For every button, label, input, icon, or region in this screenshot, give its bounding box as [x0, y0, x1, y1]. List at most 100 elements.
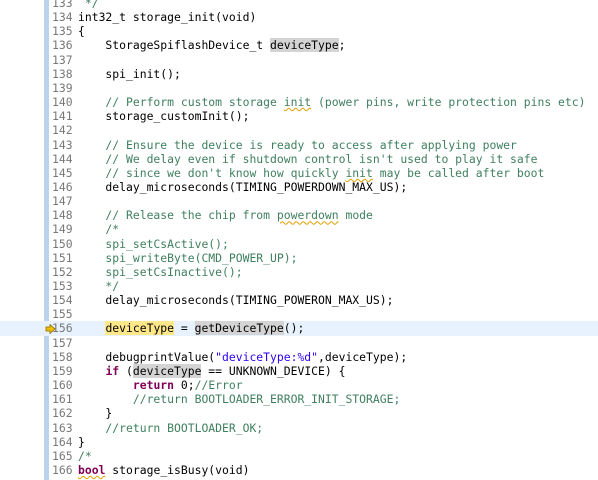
code-line[interactable]: 137 — [0, 53, 598, 67]
code-line[interactable]: 150 spi_setCsActive(); — [0, 237, 598, 251]
code-text[interactable]: // Perform custom storage init (power pi… — [78, 95, 585, 109]
code-token: ; — [338, 38, 346, 53]
line-number: 154 — [52, 293, 73, 308]
line-number: 142 — [52, 123, 73, 138]
code-token: debugprintValue( — [78, 349, 216, 364]
code-line[interactable]: 158 debugprintValue("deviceType:%d",devi… — [0, 350, 598, 364]
code-token: spi_writeByte(CMD_POWER_UP); — [78, 250, 298, 265]
code-text[interactable]: spi_setCsActive(); — [78, 237, 228, 251]
code-text[interactable]: delay_microseconds(TIMING_POWERDOWN_MAX_… — [78, 180, 407, 194]
code-text[interactable]: */ — [78, 279, 119, 293]
code-text[interactable]: spi_setCsInactive(); — [78, 265, 242, 279]
code-line[interactable]: 151 spi_writeByte(CMD_POWER_UP); — [0, 251, 598, 265]
code-text[interactable]: return 0;//Error — [78, 378, 243, 392]
code-token: ,deviceType); — [318, 349, 408, 364]
code-line[interactable]: 142 — [0, 123, 598, 137]
debug-instruction-pointer-icon — [45, 323, 56, 335]
code-line[interactable]: 134 int32_t storage_init(void) — [0, 10, 598, 24]
code-line[interactable]: 164} — [0, 435, 598, 449]
code-line[interactable]: 148 // Release the chip from powerdown m… — [0, 208, 598, 222]
code-line[interactable]: 166 bool storage_isBusy(void) — [0, 463, 598, 477]
code-token: { — [78, 24, 85, 39]
code-text[interactable]: //return BOOTLOADER_OK; — [78, 421, 263, 435]
code-text[interactable]: /* — [78, 222, 119, 236]
code-text[interactable]: } — [78, 435, 85, 449]
line-number: 150 — [52, 236, 73, 251]
line-number: 152 — [52, 264, 73, 279]
code-token: if — [105, 363, 120, 378]
code-line[interactable]: 145 // since we don't know how quickly i… — [0, 166, 598, 180]
code-line[interactable]: 139 — [0, 81, 598, 95]
code-line[interactable]: 146 delay_microseconds(TIMING_POWERDOWN_… — [0, 180, 598, 194]
code-text[interactable]: int32_t storage_init(void) — [78, 10, 256, 24]
code-token: may be called after boot — [372, 165, 545, 180]
code-text[interactable]: spi_writeByte(CMD_POWER_UP); — [78, 251, 297, 265]
code-line[interactable]: 162 } — [0, 406, 598, 420]
code-token: mode — [338, 208, 373, 223]
code-text[interactable]: */ — [78, 0, 99, 10]
code-editor[interactable]: 133 */134 int32_t storage_init(void) 135{1… — [0, 0, 598, 480]
code-token: deviceType — [270, 38, 339, 53]
code-text[interactable]: storage_customInit(); — [78, 109, 249, 123]
code-token: delay_microseconds(TIMING_POWERDOWN_MAX_… — [78, 179, 408, 194]
code-token: deviceType — [132, 363, 202, 378]
code-line[interactable]: 144 // We delay even if shutdown control… — [0, 152, 598, 166]
code-token: (power pins, write protection pins etc) — [311, 95, 586, 110]
code-line[interactable]: 140 // Perform custom storage init (powe… — [0, 95, 598, 109]
code-text[interactable]: } — [78, 406, 112, 420]
code-text[interactable]: // since we don't know how quickly init … — [78, 166, 544, 180]
code-token: storage_isBusy(void) — [105, 462, 250, 477]
code-line[interactable]: 159 if (deviceType == UNKNOWN_DEVICE) { — [0, 363, 598, 378]
code-text[interactable]: StorageSpiflashDevice_t deviceType; — [78, 38, 346, 53]
code-line[interactable]: 160 return 0;//Error — [0, 378, 598, 392]
code-token: = — [174, 321, 195, 336]
code-line[interactable]: 135 { — [0, 24, 598, 38]
code-text[interactable]: // We delay even if shutdown control isn… — [78, 152, 537, 166]
code-token: //return BOOTLOADER_ERROR_INIT_STORAGE; — [78, 392, 401, 407]
code-token: powerdown — [276, 208, 339, 223]
code-text[interactable]: //return BOOTLOADER_ERROR_INIT_STORAGE; — [78, 392, 400, 406]
code-line[interactable]: 149 /* — [0, 222, 598, 236]
code-line[interactable]: 153 */ — [0, 279, 598, 293]
code-text[interactable]: bool storage_isBusy(void) — [78, 463, 249, 477]
code-line[interactable]: 157 — [0, 336, 598, 350]
code-text[interactable]: { — [78, 24, 85, 38]
code-line[interactable]: 165 /* — [0, 449, 598, 463]
line-number: 141 — [52, 109, 73, 124]
code-token: */ — [78, 279, 120, 293]
line-number: 135 — [52, 24, 73, 39]
code-text[interactable]: // Release the chip from powerdown mode — [78, 208, 373, 223]
line-number: 146 — [52, 179, 73, 194]
line-number: 153 — [52, 279, 73, 293]
code-text[interactable]: if (deviceType == UNKNOWN_DEVICE) { — [78, 363, 345, 378]
code-text[interactable]: deviceType = getDeviceType(); — [78, 321, 304, 336]
code-line[interactable]: 133 */ — [0, 0, 598, 10]
code-token: init — [283, 95, 312, 110]
code-token: // Release the chip from — [78, 208, 277, 223]
line-number: 133 — [52, 0, 73, 10]
code-line[interactable]: 156 deviceType = getDeviceType(); — [0, 321, 598, 336]
code-token: return — [132, 378, 175, 393]
code-line[interactable]: 143 // Ensure the device is ready to acc… — [0, 138, 598, 152]
code-text[interactable]: /* — [78, 449, 92, 463]
code-line[interactable]: 141 storage_customInit(); — [0, 109, 598, 123]
code-text[interactable]: delay_microseconds(TIMING_POWERON_MAX_US… — [78, 293, 393, 307]
code-line[interactable]: 152 spi_setCsInactive(); — [0, 265, 598, 279]
code-token: StorageSpiflashDevice_t — [78, 38, 271, 53]
code-line[interactable]: 138 spi_init(); — [0, 67, 598, 81]
code-line[interactable]: 136 StorageSpiflashDevice_t deviceType; — [0, 38, 598, 53]
code-line[interactable]: 163 //return BOOTLOADER_OK; — [0, 421, 598, 435]
code-line[interactable]: 161 //return BOOTLOADER_ERROR_INIT_STORA… — [0, 392, 598, 406]
line-number: 138 — [52, 66, 73, 81]
line-number: 155 — [52, 307, 73, 322]
code-text[interactable]: // Ensure the device is ready to access … — [78, 138, 516, 152]
code-line[interactable]: 147 — [0, 194, 598, 208]
line-number: 143 — [52, 137, 73, 152]
code-line[interactable]: 154 delay_microseconds(TIMING_POWERON_MA… — [0, 293, 598, 307]
line-number: 157 — [52, 335, 73, 350]
code-text[interactable]: debugprintValue("deviceType:%d",deviceTy… — [78, 350, 407, 364]
code-line[interactable]: 155 — [0, 307, 598, 321]
code-token: int32_t storage_init(void) — [78, 10, 257, 25]
code-text[interactable]: spi_init(); — [78, 67, 180, 81]
